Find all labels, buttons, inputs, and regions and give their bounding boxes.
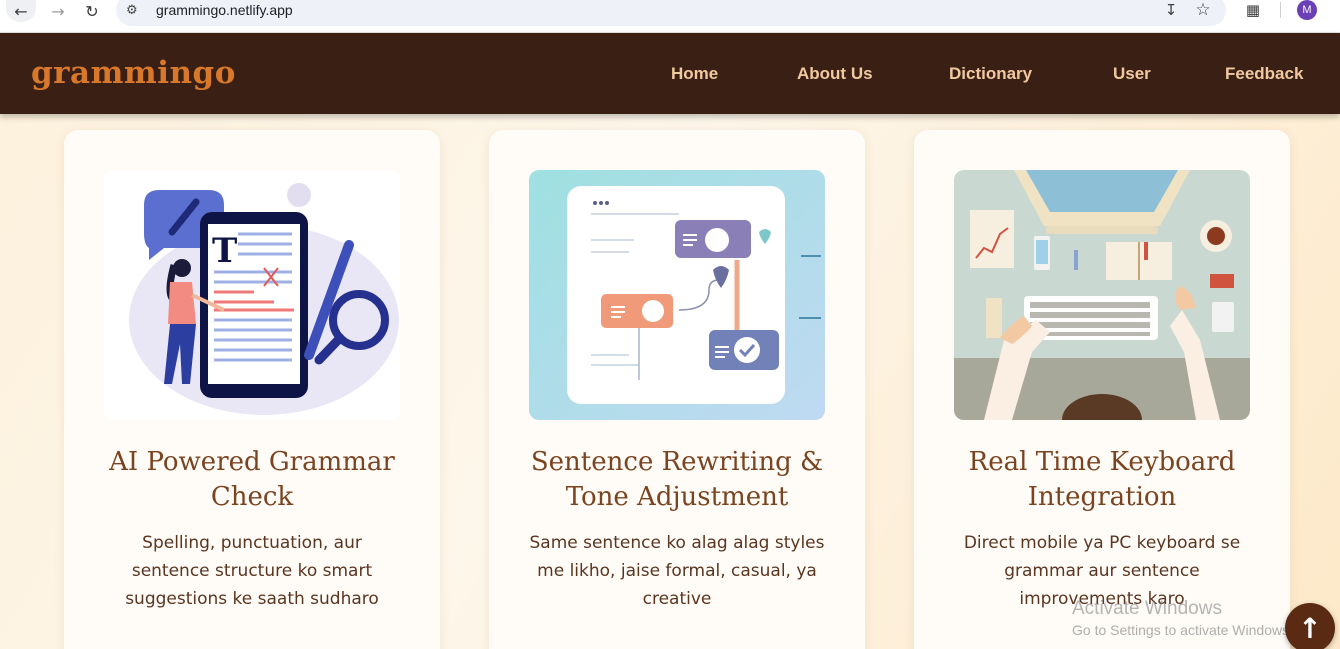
card-description: Same sentence ko alag alag styles me lik… [529,533,825,609]
scroll-to-top-button[interactable]: ↑ [1285,603,1335,649]
card-description: Spelling, punctuation, aur sentence stru… [125,533,379,609]
forward-button[interactable]: → [44,0,72,22]
nav-dictionary[interactable]: Dictionary [949,64,1032,84]
card-title: Real Time Keyboard Integration [968,447,1236,512]
bookmark-star-icon[interactable]: ☆ [1192,0,1214,20]
activate-windows-subtitle: Go to Settings to activate Windows. [1072,622,1293,638]
address-bar[interactable]: ⚙ grammingo.netlify.app [116,0,1226,26]
arrow-right-icon: → [51,1,65,21]
feature-card-keyboard-integration: Real Time Keyboard Integration Direct mo… [914,130,1290,649]
svg-text:T: T [212,231,237,271]
reload-button[interactable]: ↻ [78,0,106,22]
browser-toolbar: ← → ↻ ⚙ grammingo.netlify.app ↧ ☆ ▦ M [0,0,1340,33]
site-logo[interactable]: grammingo [31,55,236,91]
feature-card-sentence-rewriting: Sentence Rewriting & Tone Adjustment Sam… [489,130,865,649]
feature-card-grammar-check: T AI Powered Grammar Check Spelling, pun… [64,130,440,649]
toolbar-divider [1280,2,1281,18]
install-app-icon[interactable]: ↧ [1160,0,1182,20]
grammar-check-illustration: T [104,170,400,420]
sentence-rewriting-illustration [529,170,825,420]
profile-avatar[interactable]: M [1297,0,1317,20]
keyboard-integration-illustration [954,170,1250,420]
activate-windows-title: Activate Windows [1072,598,1222,619]
arrow-left-icon: ← [14,1,28,21]
nav-home[interactable]: Home [671,64,718,84]
nav-about-us[interactable]: About Us [797,64,873,84]
arrow-up-icon: ↑ [1298,611,1322,645]
nav-feedback[interactable]: Feedback [1225,64,1303,84]
nav-user[interactable]: User [1113,64,1151,84]
extensions-icon[interactable]: ▦ [1242,0,1264,20]
card-title: Sentence Rewriting & Tone Adjustment [530,447,824,512]
site-header: grammingo Home About Us Dictionary User … [0,33,1340,114]
site-info-icon[interactable]: ⚙ [126,3,138,18]
back-button[interactable]: ← [6,0,36,22]
card-title: AI Powered Grammar Check [109,447,395,512]
reload-icon: ↻ [85,1,99,21]
url-text: grammingo.netlify.app [156,2,293,18]
